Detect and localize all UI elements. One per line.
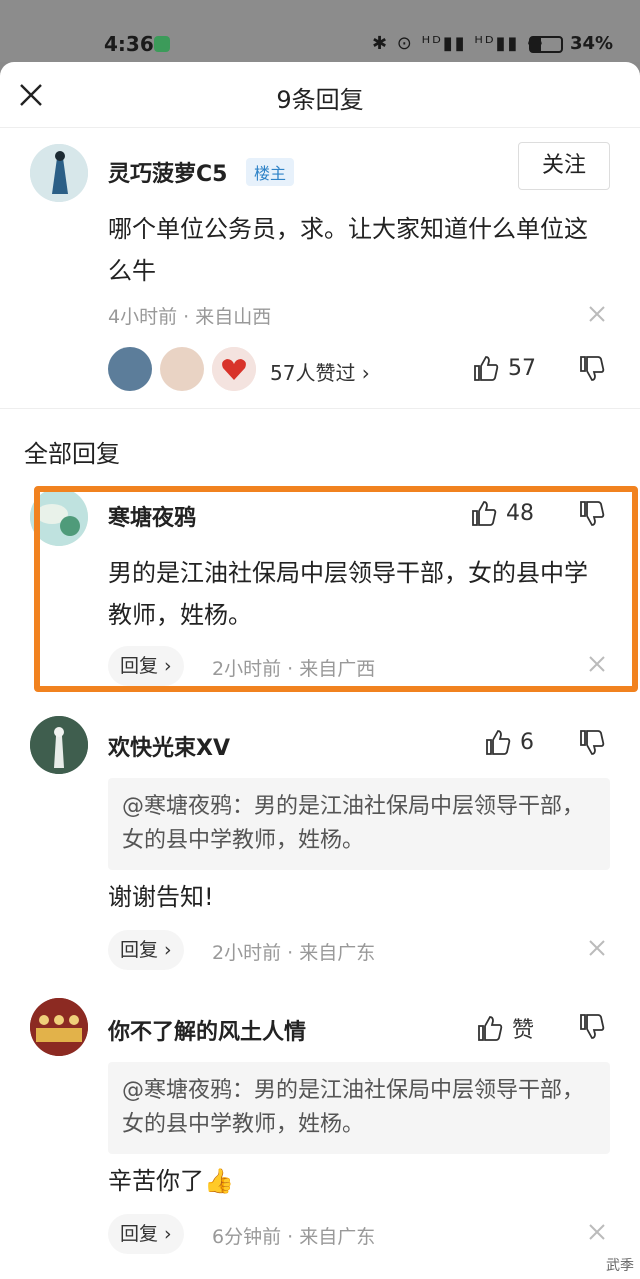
like-button[interactable]: 48	[470, 499, 534, 527]
replies-sheet: 9条回复 灵巧菠萝C5 楼主 关注 哪个单位公务员，求。让大家知道什么单位这么牛…	[0, 62, 640, 1279]
like-button[interactable]: 57	[472, 354, 536, 382]
reply-meta: 2小时前 · 来自广东	[212, 942, 376, 964]
battery-percent: 34%	[570, 33, 614, 54]
thumb-up-icon	[486, 730, 511, 755]
reply-meta: 2小时前 · 来自广西	[212, 658, 376, 680]
thumb-down-icon[interactable]	[578, 500, 606, 528]
sheet-title: 9条回复	[276, 86, 364, 114]
thumb-up-icon	[474, 356, 499, 381]
sheet-header: 9条回复	[0, 62, 640, 128]
battery-icon	[529, 36, 563, 53]
liker-avatar[interactable]	[160, 347, 204, 391]
reply-button[interactable]: 回复 ›	[108, 1214, 184, 1254]
comment-meta: 4小时前 · 来自山西	[108, 306, 272, 328]
reply-text: 辛苦你了👍	[108, 1167, 234, 1195]
liker-avatar[interactable]	[108, 347, 152, 391]
status-icons: ✱ ⊙ ᴴᴰ▮▮ ᴴᴰ▮▮ ◠	[372, 33, 545, 54]
thumb-down-icon[interactable]	[578, 355, 606, 383]
reply-text: 男的是江油社保局中层领导干部，女的县中学教师，姓杨。	[108, 559, 588, 629]
reply-author[interactable]: 寒塘夜鸦	[108, 500, 196, 532]
op-badge: 楼主	[246, 158, 295, 186]
section-title: 全部回复	[24, 440, 120, 468]
close-icon[interactable]	[588, 655, 606, 673]
quoted-reply: @寒塘夜鸦：男的是江油社保局中层领导干部，女的县中学教师，姓杨。	[108, 778, 610, 870]
close-icon[interactable]	[588, 305, 606, 323]
thumb-up-icon	[472, 501, 497, 526]
avatar[interactable]	[30, 998, 88, 1056]
like-count: 57	[508, 355, 536, 381]
thumb-down-icon[interactable]	[578, 729, 606, 757]
like-count: 赞	[512, 1018, 535, 1043]
reply-author[interactable]: 欢快光束XV	[108, 730, 230, 762]
shield-icon	[154, 36, 170, 52]
thumb-down-icon[interactable]	[578, 1013, 606, 1041]
reply-author[interactable]: 你不了解的风土人情	[108, 1014, 306, 1046]
follow-button[interactable]: 关注	[518, 142, 610, 190]
thumb-up-icon	[478, 1016, 503, 1041]
close-icon[interactable]	[588, 939, 606, 957]
watermark: 武季	[606, 1258, 634, 1274]
reply-button[interactable]: 回复 ›	[108, 646, 184, 686]
comment-text: 哪个单位公务员，求。让大家知道什么单位这么牛	[108, 215, 588, 285]
status-time: 4:36	[104, 32, 154, 56]
reply-button[interactable]: 回复 ›	[108, 930, 184, 970]
close-icon[interactable]	[588, 1223, 606, 1241]
reply-meta: 6分钟前 · 来自广东	[212, 1226, 376, 1248]
like-count: 6	[520, 729, 534, 755]
avatar[interactable]	[30, 144, 88, 202]
reply-text: 谢谢告知!	[108, 883, 214, 911]
quoted-reply: @寒塘夜鸦：男的是江油社保局中层领导干部，女的县中学教师，姓杨。	[108, 1062, 610, 1154]
author-name[interactable]: 灵巧菠萝C5	[108, 156, 227, 188]
avatar[interactable]	[30, 716, 88, 774]
like-button[interactable]: 6	[484, 728, 534, 756]
liker-avatar[interactable]	[212, 347, 256, 391]
like-count: 48	[506, 500, 534, 526]
likers-link[interactable]: 57人赞过 ›	[270, 357, 370, 386]
divider	[0, 408, 640, 409]
status-bar: 4:36 ✱ ⊙ ᴴᴰ▮▮ ᴴᴰ▮▮ ◠ 34%	[0, 0, 640, 62]
like-button[interactable]: 赞	[476, 1012, 534, 1044]
